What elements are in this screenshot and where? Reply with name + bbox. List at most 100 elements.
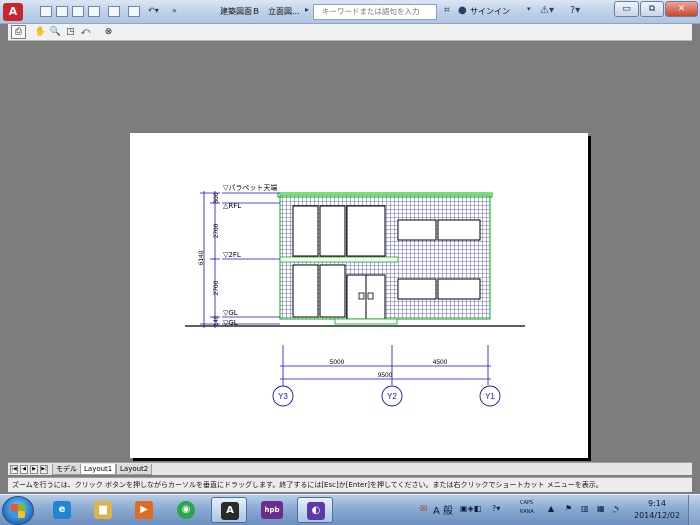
- floor-slab-band: [279, 256, 399, 263]
- tab-first-icon[interactable]: |◀: [10, 465, 18, 474]
- action-center-icon[interactable]: ⚑: [565, 504, 572, 513]
- ime-toolbar-icon[interactable]: ☒: [420, 504, 427, 513]
- plot-quick-icon[interactable]: [108, 6, 120, 17]
- dim-total-width: 9500: [378, 372, 393, 379]
- save-as-icon[interactable]: [88, 6, 100, 17]
- tab-last-icon[interactable]: ▶|: [40, 465, 48, 474]
- game-icon: ◐: [307, 502, 325, 520]
- help-icon[interactable]: ?▾: [570, 5, 580, 16]
- open-file-icon[interactable]: [56, 6, 68, 17]
- dim-5000: 5000: [330, 359, 345, 366]
- ime-tools-icon[interactable]: ▣◈◧: [460, 504, 481, 513]
- clock[interactable]: 9:14 2014/12/02: [634, 498, 680, 522]
- command-status-bar: ズームを行うには、クリック ボタンを押しながらカーソルを垂直にドラッグします。終…: [8, 477, 692, 492]
- show-desktop-button[interactable]: [688, 495, 700, 525]
- dim-total-height: 6140: [198, 250, 205, 265]
- zoom-realtime-icon[interactable]: 🔍: [48, 25, 63, 39]
- close-button[interactable]: ✕: [665, 1, 698, 17]
- tab-prev-icon[interactable]: ◀: [20, 465, 28, 474]
- autocad-icon: A: [221, 502, 239, 520]
- expand-arrow-icon[interactable]: ▸: [305, 5, 309, 14]
- signin-dropdown-icon[interactable]: ▾: [527, 5, 531, 13]
- grid-label-y3: Y3: [278, 392, 288, 401]
- grid-label-y1: Y1: [485, 392, 495, 401]
- plot-icon[interactable]: ⎙: [11, 25, 26, 39]
- horizontal-dimension-lines: [280, 345, 491, 387]
- dim-4500: 4500: [433, 359, 448, 366]
- dim-140: 140: [214, 315, 220, 326]
- plot-preview-toolbar: ⎙ ✋ 🔍 ◳ ⤺ ⊗: [8, 24, 692, 41]
- taskbar-explorer[interactable]: ▆: [85, 497, 121, 523]
- zoom-window-icon[interactable]: ◳: [63, 25, 78, 39]
- zoom-previous-icon[interactable]: ⤺: [78, 25, 93, 39]
- level-gl-1: ▽GL: [223, 309, 238, 317]
- taskbar-ie[interactable]: e: [44, 497, 80, 523]
- ime-mode[interactable]: A 般: [433, 502, 453, 517]
- volume-icon[interactable]: 🔈: [612, 504, 622, 513]
- windows-logo-icon: [11, 504, 25, 518]
- tab-model[interactable]: モデル: [52, 464, 81, 475]
- usb-icon[interactable]: ▥: [581, 504, 589, 513]
- tab-next-icon[interactable]: ▶: [30, 465, 38, 474]
- save-icon[interactable]: [72, 6, 84, 17]
- layout-tab-bar: |◀ ◀ ▶ ▶| モデル Layout1 Layout2: [8, 462, 692, 475]
- explorer-icon: ▆: [94, 501, 112, 519]
- windows-taskbar: e ▆ ▶ ◉ A hpb ◐ ☒ A 般 ▣◈◧ ?▾ CAPS KANA ▲…: [0, 494, 700, 525]
- kana-indicator: KANA: [520, 509, 534, 515]
- window-upper-right-1: [397, 219, 437, 241]
- hpb-icon: hpb: [261, 501, 283, 519]
- dim-2700-lower: 2700: [213, 280, 220, 295]
- restore-button[interactable]: ⧉: [640, 1, 664, 17]
- minimize-button[interactable]: ▭: [614, 1, 639, 17]
- ime-help-icon[interactable]: ?▾: [492, 504, 500, 513]
- window-upper-right-2: [437, 219, 481, 241]
- clock-date: 2014/12/02: [634, 511, 681, 520]
- chrome-icon: ◉: [177, 501, 195, 519]
- binoculars-icon[interactable]: ⌗: [444, 5, 450, 16]
- undo-icon[interactable]: ↶▾: [148, 6, 159, 15]
- taskbar-chrome[interactable]: ◉: [168, 497, 204, 523]
- start-button[interactable]: [2, 496, 34, 525]
- ie-icon: e: [53, 501, 71, 519]
- autocad-logo-icon[interactable]: A: [3, 3, 23, 21]
- plot-preview-area[interactable]: 300 2700 2700 140 6140 ▽パラペット天端 △RFL ▽2F…: [8, 41, 692, 462]
- grid-label-y2: Y2: [387, 392, 397, 401]
- close-preview-icon[interactable]: ⊗: [101, 25, 116, 39]
- level-2fl: ▽2FL: [223, 251, 241, 259]
- level-gl-2: ▽GL: [223, 319, 238, 327]
- signin-button[interactable]: サインイン: [470, 6, 510, 17]
- tab-layout2[interactable]: Layout2: [116, 464, 153, 475]
- window-upper-2: [319, 205, 346, 257]
- title-bar: A ↶▾ » 建築図面Ｂ 立面図... ▸ キーワードまたは語句を入力 ⌗ ● …: [0, 0, 700, 24]
- dim-2700-upper: 2700: [213, 223, 220, 238]
- taskbar-media-player[interactable]: ▶: [126, 497, 162, 523]
- clock-time: 9:14: [648, 499, 666, 508]
- level-parapet: ▽パラペット天端: [223, 183, 277, 192]
- dim-300: 300: [213, 192, 220, 203]
- window-upper-3: [346, 205, 386, 257]
- network-icon[interactable]: ▦: [597, 504, 605, 513]
- document-title: 建築図面Ｂ 立面図...: [220, 7, 300, 16]
- pan-hand-icon[interactable]: ✋: [33, 25, 48, 39]
- window-lower-right-2: [437, 278, 481, 300]
- quick-access-more-icon[interactable]: »: [172, 6, 177, 15]
- window-lower-1: [292, 264, 319, 318]
- search-input[interactable]: キーワードまたは語句を入力: [313, 4, 437, 20]
- caps-indicator: CAPS: [520, 500, 534, 506]
- window-lower-right-1: [397, 278, 437, 300]
- entrance-step: [334, 318, 398, 325]
- print-icon[interactable]: [128, 6, 140, 17]
- taskbar-game[interactable]: ◐: [297, 497, 333, 523]
- taskbar-autocad[interactable]: A: [211, 497, 247, 523]
- elevation-drawing: 300 2700 2700 140 6140 ▽パラペット天端 △RFL ▽2F…: [185, 183, 525, 407]
- window-lower-2: [319, 264, 346, 318]
- user-icon[interactable]: ●: [458, 5, 467, 16]
- show-hidden-icons-icon[interactable]: ▲: [548, 504, 554, 513]
- level-rfl: △RFL: [223, 202, 241, 210]
- window-upper-1: [292, 205, 319, 257]
- tab-layout1[interactable]: Layout1: [80, 464, 117, 475]
- taskbar-hpb[interactable]: hpb: [254, 497, 290, 523]
- new-file-icon[interactable]: [40, 6, 52, 17]
- exchange-icon[interactable]: ⚠▾: [540, 5, 554, 16]
- paper-sheet: 300 2700 2700 140 6140 ▽パラペット天端 △RFL ▽2F…: [130, 133, 588, 458]
